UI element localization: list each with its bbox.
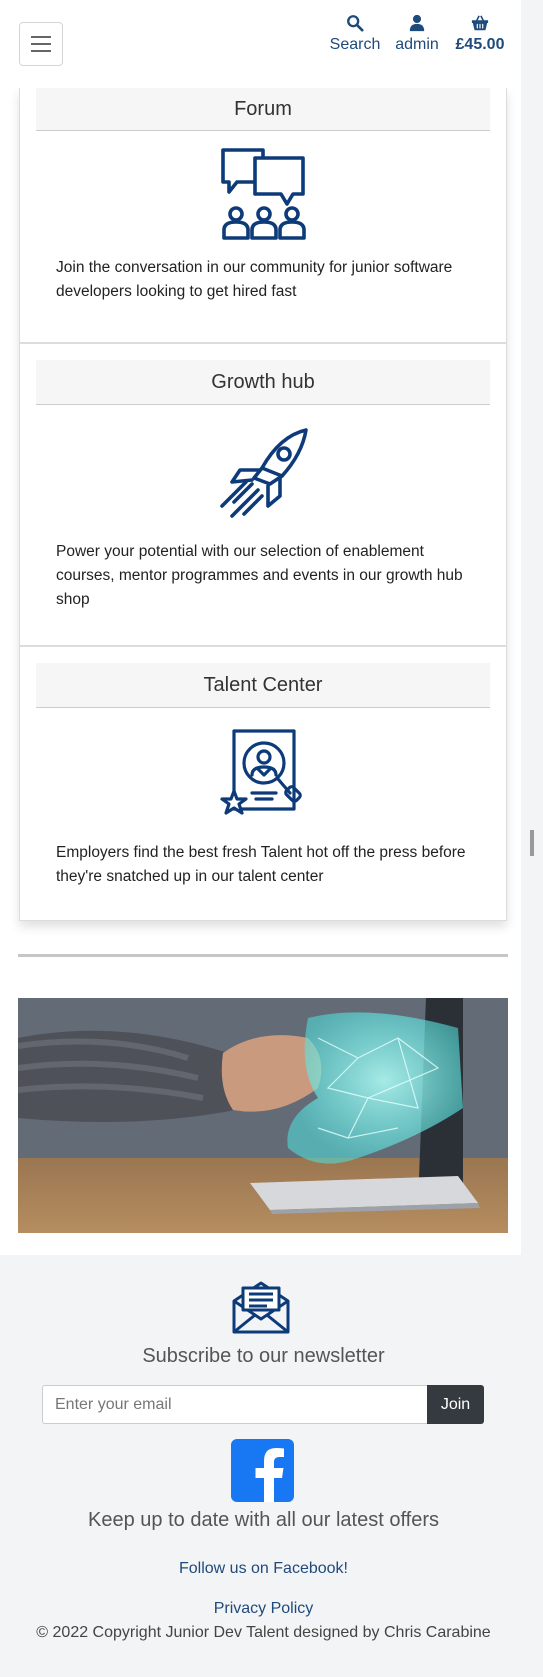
rocket-icon: [220, 428, 308, 518]
card-description: Employers find the best fresh Talent hot…: [56, 844, 466, 885]
shopping-bag-link[interactable]: £45.00: [452, 14, 508, 54]
site-footer: Subscribe to our newsletter Join Keep up…: [0, 1255, 543, 1677]
card-title: Forum: [36, 88, 490, 131]
newsletter-form: Join: [42, 1385, 484, 1424]
copyright-text: © 2022 Copyright Junior Dev Talent desig…: [36, 1624, 491, 1641]
growth-hub-card[interactable]: Growth hub Power your potential with our…: [19, 343, 507, 646]
newsletter-title: Subscribe to our newsletter: [142, 1345, 385, 1367]
account-nav-link[interactable]: admin: [392, 14, 442, 54]
site-header: Search admin £45.00: [0, 0, 521, 88]
menu-toggle-button[interactable]: [19, 22, 63, 66]
scrollbar-handle[interactable]: [530, 830, 534, 856]
shopping-basket-icon: [471, 15, 489, 31]
forum-card[interactable]: Forum Join the conversation in our commu…: [19, 88, 507, 343]
account-label: admin: [395, 36, 439, 53]
card-title: Talent Center: [36, 663, 490, 708]
facebook-link[interactable]: Follow us on Facebook!: [0, 1560, 527, 1578]
card-description: Join the conversation in our community f…: [56, 259, 453, 300]
section-divider: [18, 954, 508, 957]
feature-cards: Forum Join the conversation in our commu…: [19, 88, 507, 921]
facebook-icon[interactable]: [231, 1439, 294, 1502]
candidate-profile-icon: [220, 729, 302, 815]
user-icon: [409, 14, 425, 32]
talent-center-card[interactable]: Talent Center Employers find the best fr…: [19, 646, 507, 921]
offers-text: Keep up to date with all our latest offe…: [88, 1509, 439, 1531]
forum-community-icon: [221, 148, 306, 240]
join-button[interactable]: Join: [427, 1385, 484, 1424]
bag-total: £45.00: [455, 36, 505, 53]
search-label: Search: [329, 36, 381, 53]
privacy-policy-link[interactable]: Privacy Policy: [0, 1600, 527, 1618]
search-nav-link[interactable]: Search: [327, 14, 383, 54]
card-description: Power your potential with our selection …: [56, 543, 463, 608]
search-icon: [347, 15, 364, 32]
hero-image-handshake: [18, 998, 508, 1233]
envelope-icon: [232, 1281, 290, 1334]
page: Search admin £45.00 Forum Join the conve…: [0, 0, 521, 1255]
card-title: Growth hub: [36, 360, 490, 405]
email-field[interactable]: [42, 1385, 427, 1424]
